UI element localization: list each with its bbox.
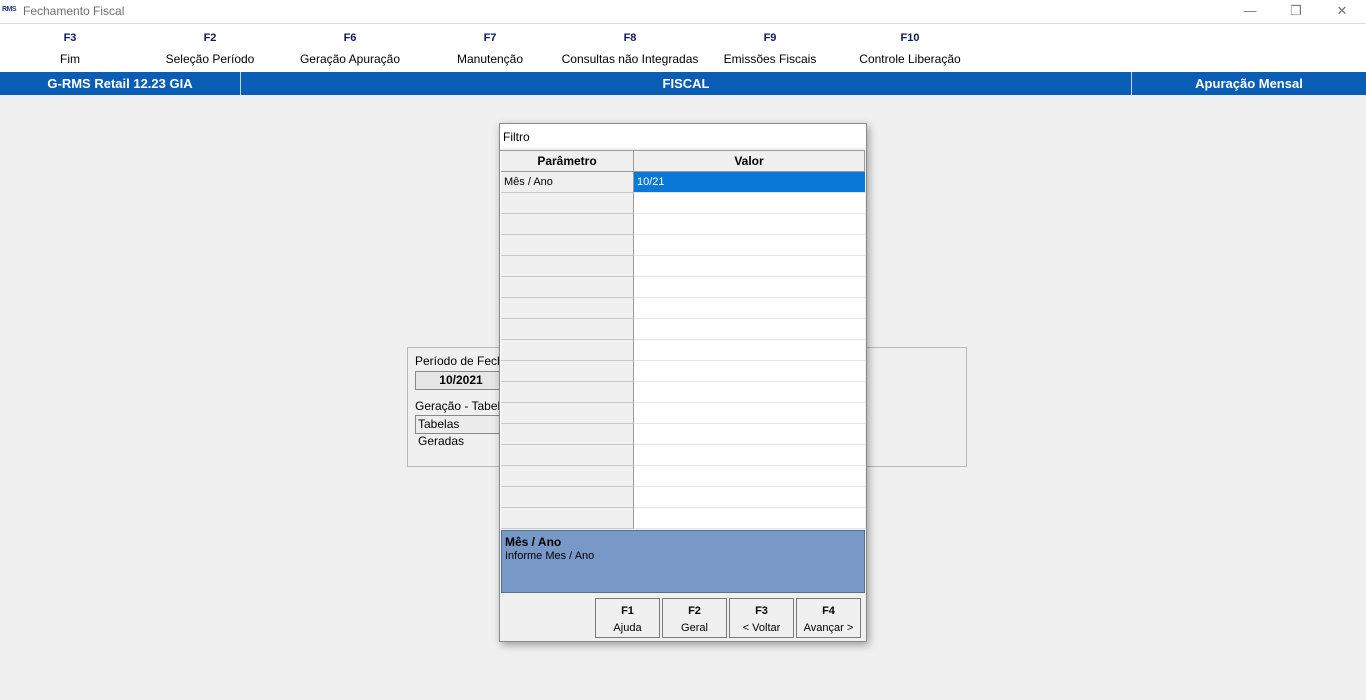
param-cell-empty[interactable]: [501, 445, 634, 466]
param-cell-empty[interactable]: [501, 214, 634, 235]
value-cell-empty[interactable]: [634, 277, 865, 298]
button-key: F3: [755, 605, 768, 617]
fkey-consultas-nao-integradas[interactable]: F8 Consultas não Integradas: [560, 32, 700, 66]
fkey-fim[interactable]: F3 Fim: [0, 32, 140, 66]
param-cell-empty[interactable]: [501, 193, 634, 214]
filter-dialog: Filtro Parâmetro Valor Mês / Ano 10/21 M…: [499, 123, 867, 642]
value-cell-empty[interactable]: [634, 361, 865, 382]
module-header-bar: G-RMS Retail 12.23 GIA FISCAL Apuração M…: [0, 72, 1366, 95]
param-cell-empty[interactable]: [501, 466, 634, 487]
param-cell-empty[interactable]: [501, 340, 634, 361]
value-cell-empty[interactable]: [634, 403, 865, 424]
value-cell-empty[interactable]: [634, 424, 865, 445]
fkey-label: Geração Apuração: [299, 52, 401, 66]
app-logo: RMS: [2, 6, 17, 13]
help-title: Mês / Ano: [505, 535, 562, 549]
button-label: Avançar >: [803, 622, 854, 634]
fkey-controle-liberacao[interactable]: F10 Controle Liberação: [840, 32, 980, 66]
fkey-code: F10: [900, 32, 920, 44]
next-button[interactable]: F4 Avançar >: [796, 598, 861, 638]
param-cell-empty[interactable]: [501, 256, 634, 277]
value-cell-empty[interactable]: [634, 298, 865, 319]
param-cell-empty[interactable]: [501, 403, 634, 424]
parameter-grid: Parâmetro Valor Mês / Ano 10/21: [500, 150, 865, 529]
param-cell-empty[interactable]: [501, 487, 634, 508]
value-cell-empty[interactable]: [634, 382, 865, 403]
param-cell-empty[interactable]: [501, 298, 634, 319]
param-cell[interactable]: Mês / Ano: [501, 172, 634, 193]
value-cell-empty[interactable]: [634, 445, 865, 466]
fkey-emissoes-fiscais[interactable]: F9 Emissões Fiscais: [700, 32, 840, 66]
restore-icon[interactable]: ❐: [1273, 0, 1319, 23]
window-title: Fechamento Fiscal: [23, 4, 125, 18]
module-title: FISCAL: [662, 76, 710, 91]
value-cell-empty[interactable]: [634, 508, 865, 529]
value-cell-empty[interactable]: [634, 466, 865, 487]
value-cell-empty[interactable]: [634, 193, 865, 214]
value-cell-empty[interactable]: [634, 256, 865, 277]
help-text: Informe Mes / Ano: [505, 550, 595, 562]
param-cell-empty[interactable]: [501, 508, 634, 529]
value-cell-empty[interactable]: [634, 235, 865, 256]
help-button[interactable]: F1 Ajuda: [595, 598, 660, 638]
fkey-code: F2: [203, 32, 217, 44]
window-title-bar: RMS Fechamento Fiscal — ❐ ✕: [0, 0, 1366, 24]
button-key: F1: [621, 605, 634, 617]
dialog-title: Filtro: [503, 130, 530, 144]
button-key: F2: [688, 605, 701, 617]
close-icon[interactable]: ✕: [1319, 0, 1365, 23]
period-value: 10/2021: [415, 371, 507, 390]
fkey-code: F9: [763, 32, 777, 44]
period-label: Período de Fecha: [415, 354, 511, 368]
generation-label: Geração - Tabela: [415, 399, 507, 413]
fkey-label: Manutenção: [456, 52, 524, 66]
general-button[interactable]: F2 Geral: [662, 598, 727, 638]
value-cell-empty[interactable]: [634, 214, 865, 235]
fkey-label: Consultas não Integradas: [561, 52, 699, 66]
fkey-label: Emissões Fiscais: [723, 52, 817, 66]
fkey-manutencao[interactable]: F7 Manutenção: [420, 32, 560, 66]
value-cell-empty[interactable]: [634, 319, 865, 340]
fkey-label: Seleção Período: [165, 52, 255, 66]
param-cell-empty[interactable]: [501, 235, 634, 256]
fkey-code: F7: [483, 32, 497, 44]
value-cell-empty[interactable]: [634, 487, 865, 508]
system-version-label: G-RMS Retail 12.23 GIA: [47, 76, 193, 91]
param-cell-empty[interactable]: [501, 361, 634, 382]
button-label: Geral: [681, 622, 708, 634]
button-key: F4: [822, 605, 835, 617]
screen-name-label: Apuração Mensal: [1195, 76, 1303, 91]
fkey-code: F8: [623, 32, 637, 44]
column-header-valor: Valor: [634, 151, 865, 172]
fkey-code: F6: [343, 32, 357, 44]
param-cell-empty[interactable]: [501, 277, 634, 298]
fkey-label: Fim: [60, 52, 80, 66]
generation-value: Tabelas Geradas: [415, 415, 509, 448]
value-cell[interactable]: 10/21: [634, 172, 865, 193]
param-cell-empty[interactable]: [501, 319, 634, 340]
value-cell-empty[interactable]: [634, 340, 865, 361]
fkey-code: F3: [63, 32, 77, 44]
fkey-geracao-apuracao[interactable]: F6 Geração Apuração: [280, 32, 420, 66]
param-cell-empty[interactable]: [501, 382, 634, 403]
dialog-title-bar: Filtro: [500, 124, 866, 148]
column-header-parametro: Parâmetro: [501, 151, 634, 172]
param-cell-empty[interactable]: [501, 424, 634, 445]
fkey-selecao-periodo[interactable]: F2 Seleção Período: [140, 32, 280, 66]
fkey-label: Controle Liberação: [859, 52, 961, 66]
minimize-icon[interactable]: —: [1227, 0, 1273, 23]
function-key-menu: F3 Fim F2 Seleção Período F6 Geração Apu…: [0, 24, 1366, 72]
back-button[interactable]: F3 < Voltar: [729, 598, 794, 638]
parameter-help-panel: Mês / Ano Informe Mes / Ano: [501, 530, 865, 593]
button-label: < Voltar: [742, 622, 781, 634]
button-label: Ajuda: [613, 622, 642, 634]
